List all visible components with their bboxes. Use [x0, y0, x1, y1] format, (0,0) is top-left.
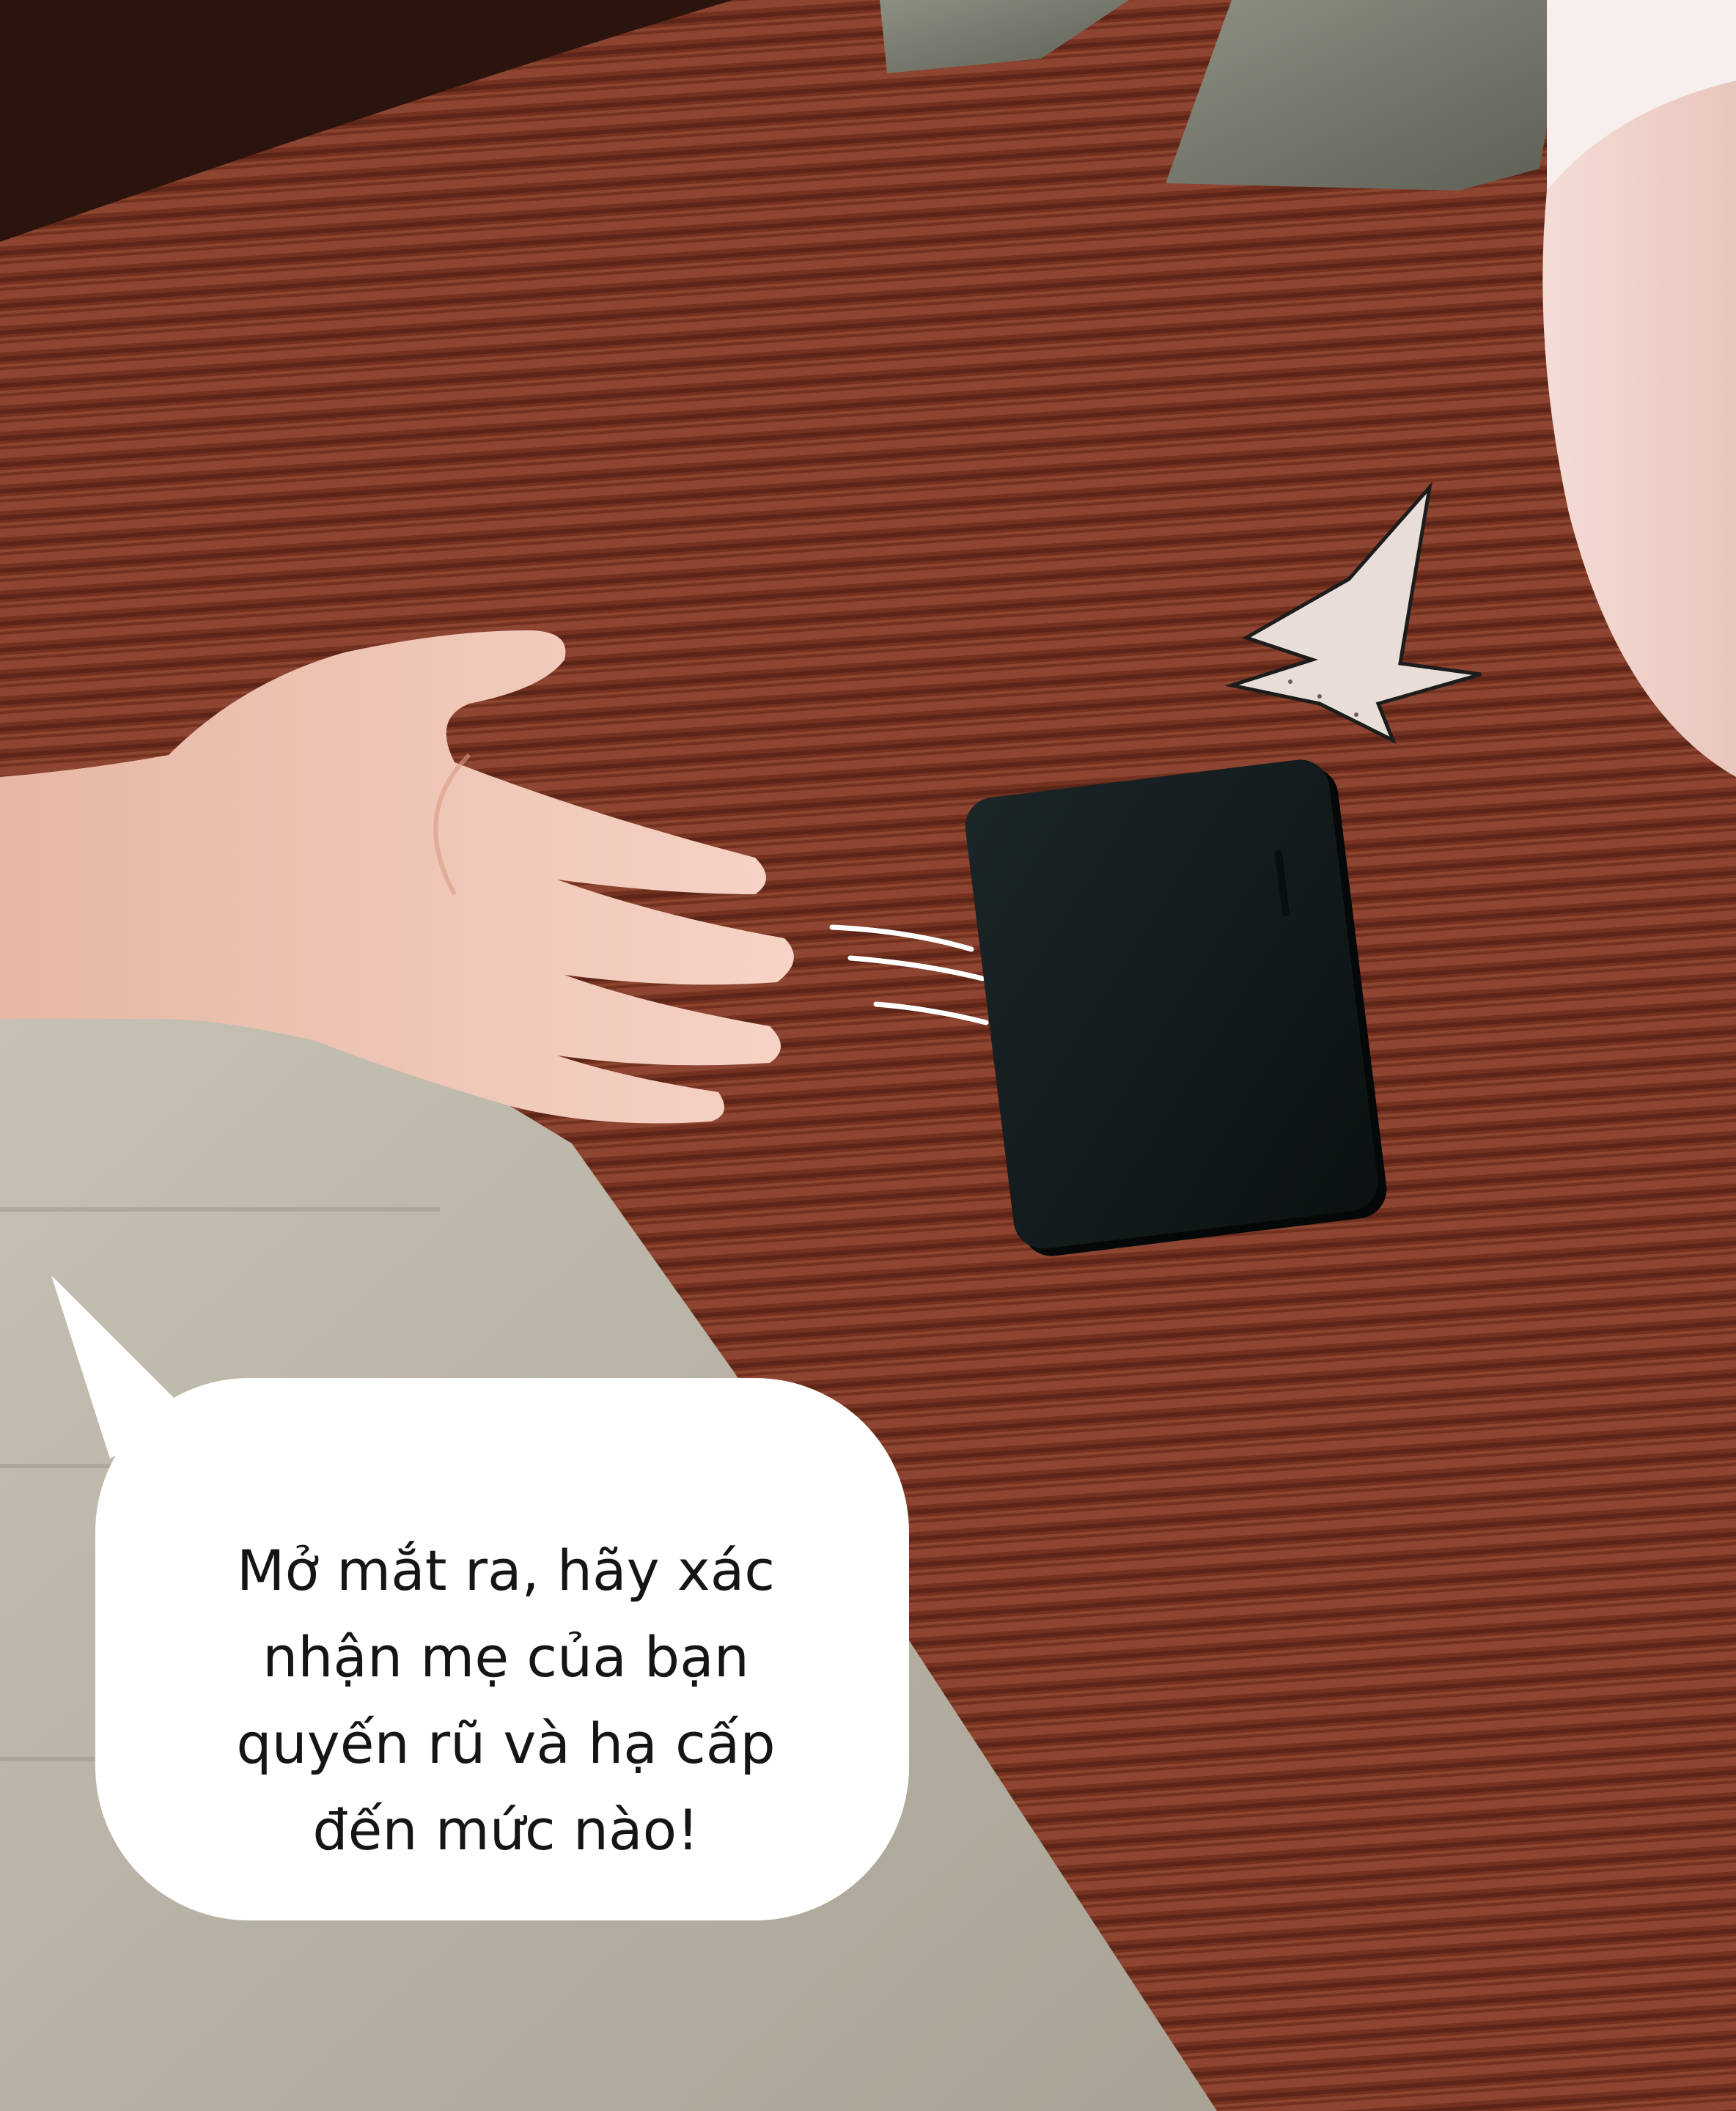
pillow-right: [1166, 0, 1569, 191]
smartphone-icon: [965, 759, 1387, 1256]
comic-panel: Mở mắt ra, hãy xác nhận mẹ của bạn quyến…: [0, 0, 1736, 2111]
speech-bubble-text: Mở mắt ra, hãy xác nhận mẹ của bạn quyến…: [236, 1538, 776, 1863]
